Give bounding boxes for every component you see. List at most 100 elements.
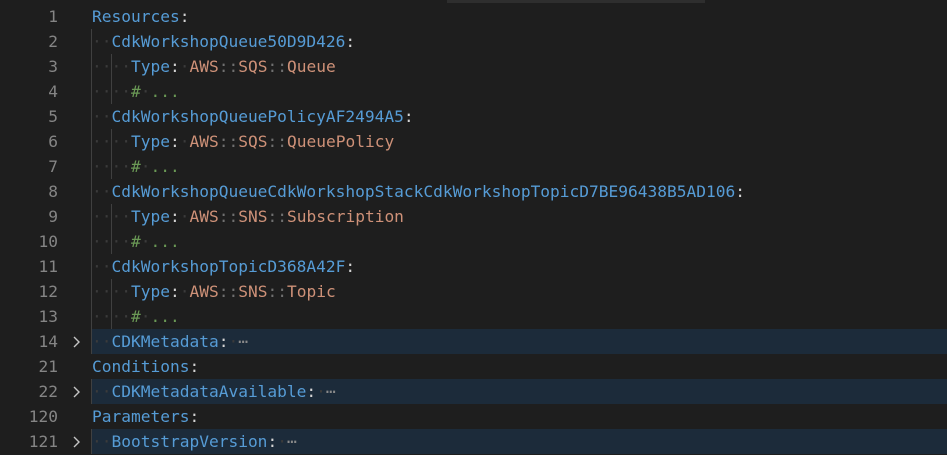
comment-text: ... [150, 82, 180, 101]
yaml-key: CdkWorkshopTopicD368A42F [111, 257, 346, 276]
code-line[interactable]: 10 ····#·... [0, 229, 947, 254]
whitespace-marker: · [140, 307, 151, 326]
comment-hash: # [131, 307, 141, 326]
code-text[interactable]: ··CdkWorkshopTopicD368A42F: [91, 254, 356, 279]
whitespace-marker: ·· [92, 207, 112, 226]
code-line[interactable]: 1 Resources: [0, 4, 947, 29]
code-line[interactable]: 8 ··CdkWorkshopQueueCdkWorkshopStackCdkWo… [0, 179, 947, 204]
line-number: 6 [48, 132, 58, 151]
line-number: 121 [28, 432, 58, 451]
code-line[interactable]: 3 ····Type:·AWS::SQS::Queue [0, 54, 947, 79]
code-text[interactable]: ····Type:·AWS::SNS::Topic [91, 279, 336, 304]
code-text[interactable]: Parameters: [92, 404, 199, 429]
whitespace-marker: ·· [92, 432, 112, 451]
comment-hash: # [131, 232, 141, 251]
line-number: 5 [48, 107, 58, 126]
colon: : [735, 182, 745, 201]
code-editor[interactable]: 1 Resources: 2 ··CdkWorkshopQueue50D9D426: 3… [0, 0, 947, 455]
type-resource: Subscription [286, 207, 404, 226]
colon: : [179, 7, 190, 26]
code-line[interactable]: 14 ··CDKMetadata:·⋯ [0, 329, 947, 354]
scope-separator: :: [218, 132, 239, 151]
code-line[interactable]: 13 ····#·... [0, 304, 947, 329]
line-number: 22 [38, 382, 59, 401]
type-service: SQS [238, 57, 268, 76]
code-text[interactable]: Resources: [92, 4, 189, 29]
folded-ellipsis-icon[interactable]: ⋯ [326, 382, 336, 401]
line-number: 7 [48, 157, 58, 176]
code-line[interactable]: 120 Parameters: [0, 404, 947, 429]
code-line[interactable]: 9 ····Type:·AWS::SNS::Subscription [0, 204, 947, 229]
code-text[interactable]: ··CdkWorkshopQueuePolicyAF2494A5: [91, 104, 414, 129]
code-text[interactable]: ····Type:·AWS::SNS::Subscription [91, 204, 404, 229]
scope-separator: :: [218, 57, 239, 76]
whitespace-marker: ·· [92, 182, 112, 201]
whitespace-marker: ·· [111, 132, 132, 151]
code-line[interactable]: 121 ··BootstrapVersion:·⋯ [0, 429, 947, 454]
colon: : [403, 107, 414, 126]
whitespace-marker: ·· [92, 32, 112, 51]
code-text[interactable]: ····Type:·AWS::SQS::QueuePolicy [91, 129, 395, 154]
colon: : [345, 257, 356, 276]
line-number: 8 [48, 182, 58, 201]
line-number: 10 [38, 232, 59, 251]
type-service: SNS [238, 282, 268, 301]
scope-separator: :: [218, 282, 239, 301]
yaml-key: BootstrapVersion [111, 432, 268, 451]
whitespace-marker: ·· [92, 132, 112, 151]
chevron-right-icon[interactable] [70, 379, 84, 404]
line-number: 9 [48, 207, 58, 226]
whitespace-marker: · [140, 82, 151, 101]
folded-ellipsis-icon[interactable]: ⋯ [238, 332, 248, 351]
whitespace-marker: · [277, 432, 287, 451]
code-text[interactable]: ··CdkWorkshopQueueCdkWorkshopStackCdkWor… [91, 179, 745, 204]
scope-separator: :: [267, 207, 287, 226]
code-line[interactable]: 11 ··CdkWorkshopTopicD368A42F: [0, 254, 947, 279]
type-namespace: AWS [189, 132, 219, 151]
yaml-key: Type [131, 207, 170, 226]
code-line[interactable]: 5 ··CdkWorkshopQueuePolicyAF2494A5: [0, 104, 947, 129]
line-number: 120 [28, 407, 58, 426]
code-line[interactable]: 22 ··CDKMetadataAvailable:·⋯ [0, 379, 947, 404]
whitespace-marker: ·· [111, 282, 132, 301]
code-text[interactable]: Conditions: [92, 354, 199, 379]
code-text[interactable]: ··CDKMetadata:·⋯ [91, 329, 248, 354]
code-line[interactable]: 21 Conditions: [0, 354, 947, 379]
code-text[interactable]: ····#·... [91, 304, 180, 329]
colon: : [169, 132, 180, 151]
whitespace-marker: ·· [111, 232, 132, 251]
code-text[interactable]: ··CdkWorkshopQueue50D9D426: [91, 29, 355, 54]
comment-text: ... [150, 157, 180, 176]
whitespace-marker: · [140, 232, 151, 251]
whitespace-marker: ·· [92, 232, 112, 251]
whitespace-marker: ·· [92, 332, 112, 351]
code-text[interactable]: ····#·... [91, 154, 180, 179]
code-line[interactable]: 12 ····Type:·AWS::SNS::Topic [0, 279, 947, 304]
code-text[interactable]: ····Type:·AWS::SQS::Queue [91, 54, 336, 79]
whitespace-marker: ·· [92, 57, 112, 76]
line-number: 21 [38, 357, 59, 376]
chevron-right-icon[interactable] [70, 329, 84, 354]
yaml-key: CDKMetadata [111, 332, 219, 351]
yaml-key: Parameters [92, 407, 190, 426]
code-line[interactable]: 7 ····#·... [0, 154, 947, 179]
code-line[interactable]: 4 ····#·... [0, 79, 947, 104]
yaml-key: Type [131, 57, 170, 76]
code-line[interactable]: 6 ····Type:·AWS::SQS::QueuePolicy [0, 129, 947, 154]
folded-ellipsis-icon[interactable]: ⋯ [287, 432, 297, 451]
yaml-key: Resources [92, 7, 180, 26]
code-text[interactable]: ··CDKMetadataAvailable:·⋯ [91, 379, 336, 404]
whitespace-marker: ·· [111, 82, 132, 101]
code-text[interactable]: ····#·... [91, 229, 180, 254]
yaml-key: Conditions [92, 357, 190, 376]
type-resource: QueuePolicy [286, 132, 395, 151]
yaml-key: Type [131, 132, 170, 151]
chevron-right-icon[interactable] [70, 429, 84, 454]
code-text[interactable]: ··BootstrapVersion:·⋯ [91, 429, 297, 454]
line-number: 2 [48, 32, 58, 51]
code-text[interactable]: ····#·... [91, 79, 180, 104]
yaml-key: Type [131, 282, 170, 301]
code-line[interactable]: 2 ··CdkWorkshopQueue50D9D426: [0, 29, 947, 54]
whitespace-marker: ·· [111, 57, 132, 76]
line-number: 12 [38, 282, 59, 301]
